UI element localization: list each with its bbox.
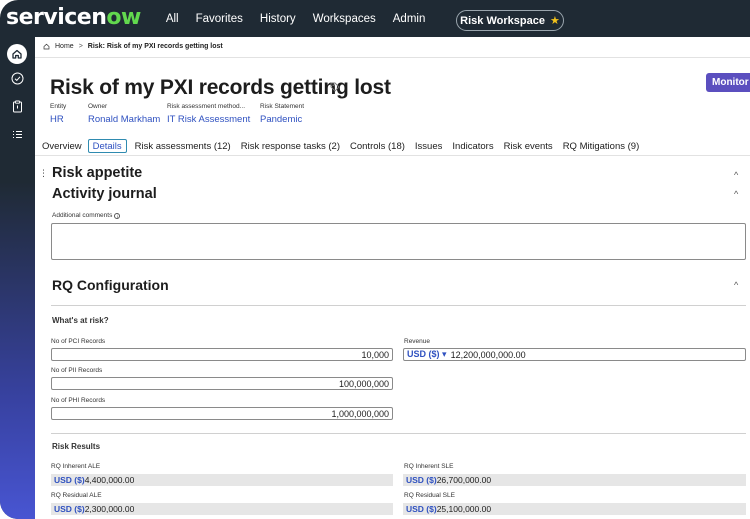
tab-controls[interactable]: Controls (18) [350,139,405,153]
nav-workspaces[interactable]: Workspaces [313,13,376,25]
monitor-button[interactable]: Monitor [706,73,750,92]
workspace-pill-button[interactable]: Risk Workspace ★ [456,10,564,31]
revenue-value: 12,200,000,000.00 [450,349,526,360]
section-activity-journal[interactable]: Activity journal [52,186,157,202]
residual-ale-value: USD ($) 2,300,000.00 [51,503,393,515]
workspace-label: Risk Workspace [460,14,545,27]
risk-results-heading: Risk Results [52,442,101,451]
dropdown-caret-icon: ▾ [442,349,447,359]
residual-ale-label: RQ Residual ALE [51,492,102,499]
divider [35,57,750,58]
app-window: servicenow All Favorites History Workspa… [0,0,750,519]
home-icon[interactable] [7,44,27,64]
whats-at-risk-heading: What's at risk? [52,316,109,325]
assessment-method-link[interactable]: IT Risk Assessment [167,114,250,125]
pii-records-input[interactable]: 100,000,000 [51,377,393,390]
tab-risk-assessments[interactable]: Risk assessments (12) [135,139,231,153]
chevron-up-icon[interactable]: ^ [734,280,738,290]
drag-handle-icon[interactable]: ⋮ [39,168,48,179]
currency-select[interactable]: USD ($) ▾ [407,349,447,360]
phi-records-input[interactable]: 1,000,000,000 [51,407,393,420]
record-tabs: Overview Details Risk assessments (12) R… [42,138,649,154]
inherent-sle-label: RQ Inherent SLE [404,463,454,470]
nav-favorites[interactable]: Favorites [196,13,243,25]
nav-all[interactable]: All [166,13,179,25]
inherent-ale-value: USD ($) 4,400,000.00 [51,474,393,486]
top-nav: servicenow All Favorites History Workspa… [0,0,750,37]
home-breadcrumb-icon[interactable] [43,43,50,50]
tab-risk-events[interactable]: Risk events [504,139,553,153]
breadcrumb-home[interactable]: Home [55,43,74,50]
chevron-up-icon[interactable]: ^ [734,189,738,199]
phi-records-label: No of PHI Records [51,397,106,404]
residual-sle-label: RQ Residual SLE [404,492,455,499]
tab-indicators[interactable]: Indicators [452,139,493,153]
list-icon[interactable] [9,126,26,143]
owner-link[interactable]: Ronald Markham [88,114,160,125]
clipboard-icon[interactable] [9,98,26,115]
pci-records-input[interactable]: 10,000 [51,348,393,361]
entity-link[interactable]: HR [50,114,66,125]
info-icon[interactable]: i [114,212,121,219]
revenue-input[interactable]: USD ($) ▾ 12,200,000,000.00 [403,348,746,361]
pci-records-label: No of PCI Records [51,338,106,345]
divider [51,305,746,306]
tab-details[interactable]: Details [87,139,127,153]
breadcrumb-current: Risk: Risk of my PXI records getting los… [87,43,223,50]
field-risk-statement: Risk Statement Pandemic [260,103,305,125]
left-rail [0,37,35,519]
tab-rq-mitigations[interactable]: RQ Mitigations (9) [563,139,640,153]
inherent-ale-label: RQ Inherent ALE [51,463,101,470]
chevron-up-icon[interactable]: ^ [734,170,738,180]
divider [51,433,746,434]
residual-sle-value: USD ($) 25,100,000.00 [403,503,746,515]
tag-icon[interactable] [330,82,340,95]
pii-records-label: No of PII Records [51,367,103,374]
tab-risk-response-tasks[interactable]: Risk response tasks (2) [241,139,340,153]
field-assessment-method: Risk assessment method... IT Risk Assess… [167,103,251,125]
tab-issues[interactable]: Issues [415,139,442,153]
breadcrumb-separator: > [78,43,83,50]
divider [35,155,750,156]
inherent-sle-value: USD ($) 26,700,000.00 [403,474,746,486]
star-icon: ★ [549,15,560,27]
check-circle-icon[interactable] [9,70,26,87]
additional-comments-textarea[interactable] [51,223,746,260]
nav-admin[interactable]: Admin [393,13,426,25]
additional-comments-label: Additional comments i [52,212,121,219]
servicenow-logo[interactable]: servicenow [6,5,141,30]
field-entity: Entity HR [50,103,67,125]
section-risk-appetite[interactable]: Risk appetite [52,165,142,181]
tab-overview[interactable]: Overview [42,139,82,153]
nav-history[interactable]: History [260,13,296,25]
risk-statement-link[interactable]: Pandemic [260,114,304,125]
revenue-label: Revenue [404,338,431,345]
field-owner: Owner Ronald Markham [88,103,161,125]
breadcrumb: Home > Risk: Risk of my PXI records gett… [43,43,223,50]
section-rq-configuration[interactable]: RQ Configuration [52,277,169,293]
